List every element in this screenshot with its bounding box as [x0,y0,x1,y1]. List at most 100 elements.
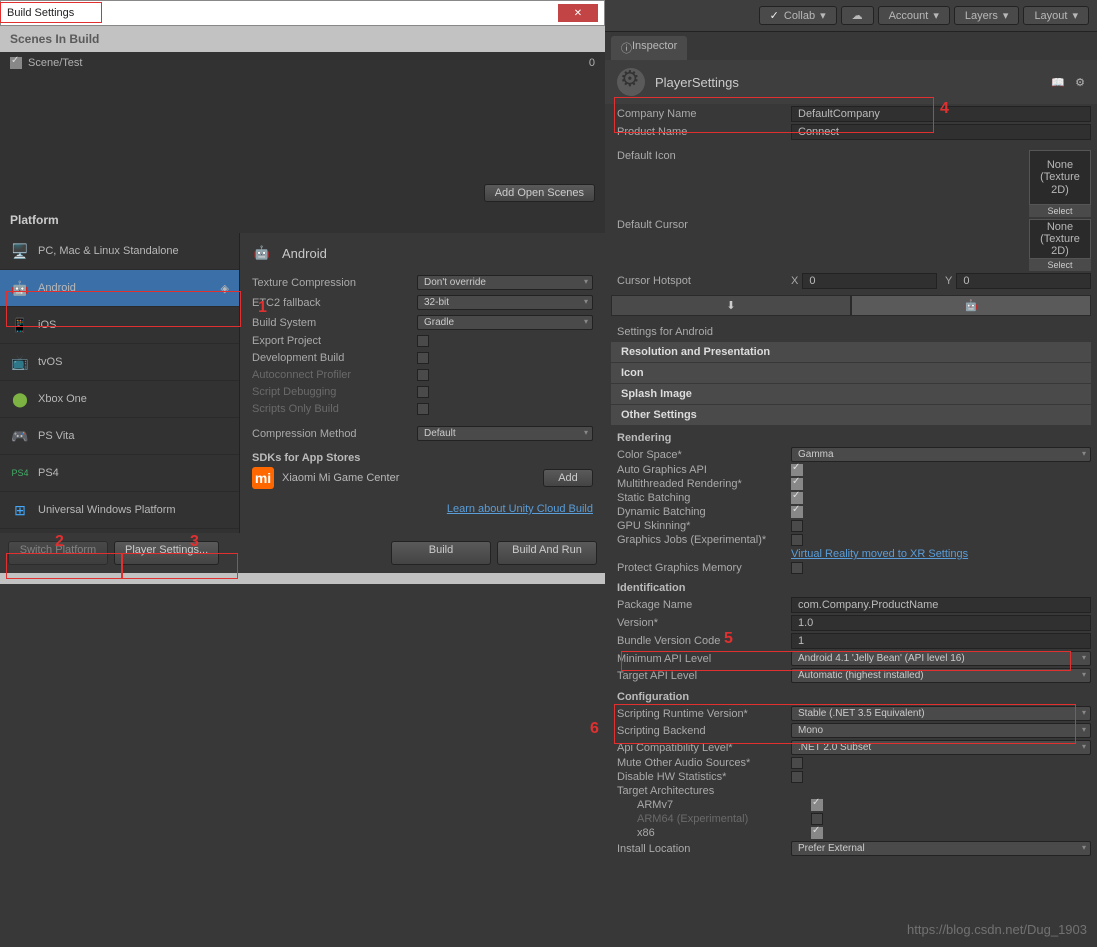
bundle-code-field[interactable]: 1 [791,633,1091,649]
ios-icon: 📱 [10,315,30,335]
tvos-icon: 📺 [10,352,30,372]
account-button[interactable]: Account▾ [878,6,950,25]
color-space-dropdown[interactable]: Gamma [791,447,1091,462]
platform-detail: 🤖Android Texture CompressionDon't overri… [240,233,605,533]
xbox-icon: ⬤ [10,389,30,409]
version-field[interactable]: 1.0 [791,615,1091,631]
scenes-list[interactable]: Scene/Test 0 Add Open Scenes [0,52,605,207]
vr-link[interactable]: Virtual Reality moved to XR Settings [791,548,968,560]
select-icon-button[interactable]: Select [1029,205,1091,217]
scene-row[interactable]: Scene/Test 0 [10,57,595,69]
platform-tabs[interactable]: ⬇🤖 [611,295,1091,316]
scene-checkbox[interactable] [10,57,22,69]
default-icon-slot[interactable]: None (Texture 2D) [1029,150,1091,205]
platform-psvita[interactable]: 🎮PS Vita [0,418,239,455]
scene-name: Scene/Test [28,57,82,69]
platform-ps4[interactable]: PS4PS4 [0,455,239,492]
chevron-down-icon: ▾ [1072,9,1078,22]
inspector-panel: ✓Collab▾ ☁ Account▾ Layers▾ Layout▾ ⓘ In… [605,0,1097,947]
tex-compression-dropdown[interactable]: Don't override [417,275,593,290]
gear-icon [617,68,645,96]
etc2-dropdown[interactable]: 32-bit [417,295,593,310]
backend-dropdown[interactable]: Mono [791,723,1091,738]
mute-audio-checkbox[interactable] [791,757,803,769]
cloud-icon: ☁ [852,9,863,22]
section-splash[interactable]: Splash Image [611,384,1091,404]
tab-android[interactable]: 🤖 [851,295,1091,316]
chevron-down-icon: ▾ [1003,9,1009,22]
platform-pc[interactable]: 🖥️PC, Mac & Linux Standalone [0,233,239,270]
section-icon[interactable]: Icon [611,363,1091,383]
main-toolbar: ✓Collab▾ ☁ Account▾ Layers▾ Layout▾ [605,0,1097,32]
watermark: https://blog.csdn.net/Dug_1903 [907,922,1087,937]
scene-index: 0 [589,57,595,69]
static-batch-checkbox[interactable] [791,492,803,504]
auto-graphics-checkbox[interactable] [791,464,803,476]
section-resolution[interactable]: Resolution and Presentation [611,342,1091,362]
tab-standalone[interactable]: ⬇ [611,295,851,316]
compression-dropdown[interactable]: Default [417,426,593,441]
select-cursor-button[interactable]: Select [1029,259,1091,271]
disable-hw-checkbox[interactable] [791,771,803,783]
platform-tvos[interactable]: 📺tvOS [0,344,239,381]
dynamic-batch-checkbox[interactable] [791,506,803,518]
android-icon: 🤖 [10,278,30,298]
player-settings-button[interactable]: Player Settings... [114,541,219,565]
dev-build-checkbox[interactable] [417,352,429,364]
detail-title: Android [282,246,327,261]
xiaomi-icon: mi [252,467,274,489]
pc-icon: 🖥️ [10,241,30,261]
add-open-scenes-button[interactable]: Add Open Scenes [484,184,595,202]
layers-button[interactable]: Layers▾ [954,6,1020,25]
graphics-jobs-checkbox[interactable] [791,534,803,546]
min-api-dropdown[interactable]: Android 4.1 'Jelly Bean' (API level 16) [791,651,1091,666]
platform-list[interactable]: 🖥️PC, Mac & Linux Standalone 🤖Android◈ 📱… [0,233,240,533]
autoconnect-checkbox [417,369,429,381]
arm64-checkbox [811,813,823,825]
build-titlebar[interactable]: Build Settings ✕ [0,0,605,26]
protect-mem-checkbox[interactable] [791,562,803,574]
cloud-build-link[interactable]: Learn about Unity Cloud Build [447,503,593,515]
info-icon: ⓘ [621,40,632,56]
target-api-dropdown[interactable]: Automatic (highest installed) [791,668,1091,683]
default-cursor-slot[interactable]: None (Texture 2D) [1029,219,1091,259]
package-name-field[interactable]: com.Company.ProductName [791,597,1091,613]
product-name-field[interactable]: Connect [791,124,1091,140]
window-title: Build Settings [7,7,74,19]
platform-header: Platform [0,207,605,233]
layout-button[interactable]: Layout▾ [1023,6,1089,25]
multithreaded-checkbox[interactable] [791,478,803,490]
platform-android[interactable]: 🤖Android◈ [0,270,239,307]
x86-checkbox[interactable] [811,827,823,839]
help-icon[interactable]: 📖 [1051,76,1065,89]
hotspot-x-field[interactable]: 0 [802,273,937,289]
platform-xbox[interactable]: ⬤Xbox One [0,381,239,418]
api-compat-dropdown[interactable]: .NET 2.0 Subset [791,740,1091,755]
collab-button[interactable]: ✓Collab▾ [759,6,837,25]
gpu-skin-checkbox[interactable] [791,520,803,532]
platform-uwp[interactable]: ⊞Universal Windows Platform [0,492,239,529]
playersettings-header: PlayerSettings 📖 ⚙ [605,60,1097,104]
add-xiaomi-button[interactable]: Add [543,469,593,487]
platform-ios[interactable]: 📱iOS [0,307,239,344]
sdk-header: SDKs for App Stores [252,446,593,467]
android-icon: 🤖 [252,243,272,263]
hotspot-y-field[interactable]: 0 [956,273,1091,289]
inspector-tab[interactable]: ⓘ Inspector [611,36,687,60]
build-and-run-button[interactable]: Build And Run [497,541,597,565]
armv7-checkbox[interactable] [811,799,823,811]
close-icon[interactable]: ✕ [558,4,598,22]
cloud-button[interactable]: ☁ [841,6,874,25]
settings-icon[interactable]: ⚙ [1075,76,1085,89]
build-system-dropdown[interactable]: Gradle [417,315,593,330]
runtime-dropdown[interactable]: Stable (.NET 3.5 Equivalent) [791,706,1091,721]
export-project-checkbox[interactable] [417,335,429,347]
install-loc-dropdown[interactable]: Prefer External [791,841,1091,856]
build-button[interactable]: Build [391,541,491,565]
chevron-down-icon: ▾ [820,9,826,22]
page-title: PlayerSettings [655,75,739,90]
section-other[interactable]: Other Settings [611,405,1091,425]
build-settings-window: Build Settings ✕ Scenes In Build Scene/T… [0,0,605,584]
uwp-icon: ⊞ [10,500,30,520]
chevron-down-icon: ▾ [933,9,939,22]
